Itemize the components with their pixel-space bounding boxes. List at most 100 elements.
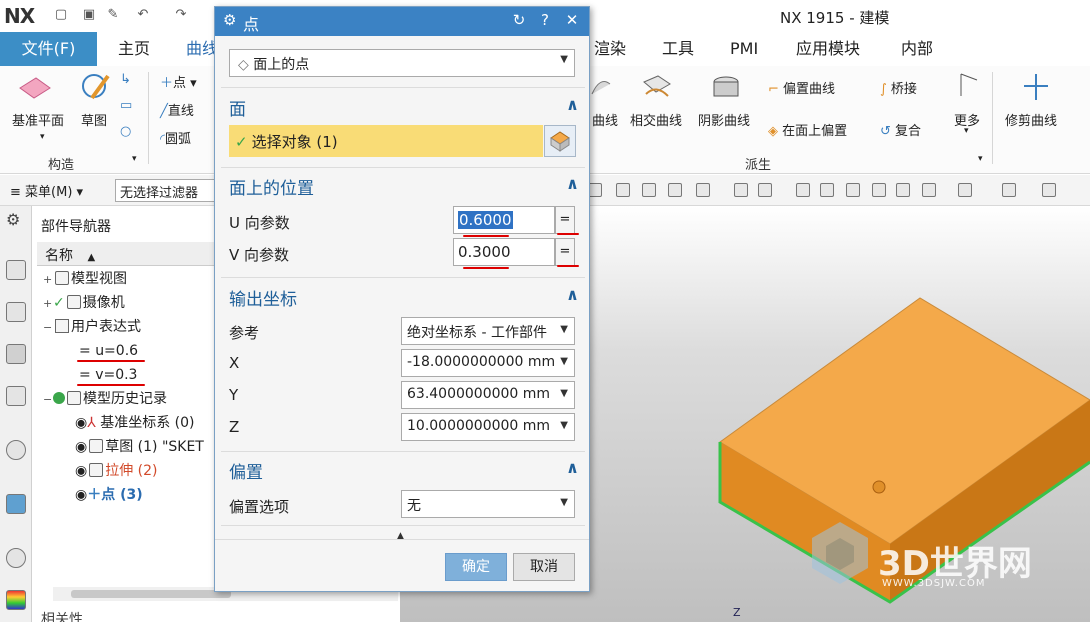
group-expand-icon[interactable]: ▾ [132, 154, 137, 164]
section-face-header[interactable]: 面 ∧ [229, 95, 581, 120]
offset-curve-button[interactable]: ⌐ 偏置曲线 [768, 78, 835, 97]
tab-home[interactable]: 主页 [106, 32, 162, 66]
type-filter-select[interactable]: 无选择过滤器 [115, 179, 215, 202]
intersect-curve-label[interactable]: 相交曲线 [630, 110, 682, 129]
toolbar-icon-15[interactable] [1002, 183, 1016, 197]
select-object-row[interactable]: ✓ 选择对象 (1) [229, 125, 543, 157]
toolbar-icon-9[interactable] [820, 183, 834, 197]
tree-row-sketch[interactable]: ◉ 草图 (1) "SKET [75, 436, 204, 458]
tab-pmi[interactable]: PMI [718, 32, 770, 66]
history-icon[interactable] [6, 548, 26, 568]
reset-icon[interactable]: ↻ [510, 11, 528, 29]
trim-curve-icon[interactable] [1022, 72, 1050, 106]
toolbar-icon-4[interactable] [668, 183, 682, 197]
tree-row-user-expressions[interactable]: − 用户表达式 [43, 316, 141, 338]
derived-expand-icon[interactable]: ▾ [978, 154, 983, 164]
tree-row-model-views[interactable]: + 模型视图 [43, 268, 127, 290]
trim-curve-label[interactable]: 修剪曲线 [1005, 110, 1057, 129]
more-icon[interactable] [955, 72, 981, 102]
chevron-down-icon[interactable]: ▾ [40, 132, 45, 142]
assembly-navigator-icon[interactable] [6, 260, 26, 280]
toolbar-icon-1[interactable] [588, 183, 602, 197]
offset-option-select[interactable]: 无 ▼ [401, 490, 575, 518]
toolbar-icon-14[interactable] [958, 183, 972, 197]
select-face-button[interactable] [544, 125, 576, 157]
toolbar-icon-7[interactable] [758, 183, 772, 197]
tree-row-model-history[interactable]: − 模型历史记录 [43, 388, 167, 410]
toolbar-icon-12[interactable] [896, 183, 910, 197]
v-formula-button[interactable]: = [555, 238, 575, 266]
section-position-header[interactable]: 面上的位置 ∧ [229, 174, 581, 199]
edit-icon[interactable]: ✎ [104, 6, 122, 24]
gear-icon[interactable]: ⚙ [223, 11, 236, 29]
point-type-select[interactable]: ◇ 面上的点 ▼ [229, 49, 575, 77]
tab-file[interactable]: 文件(F) [0, 32, 97, 66]
web-browser-icon[interactable] [6, 494, 26, 514]
part-navigator-icon[interactable] [6, 344, 26, 364]
close-icon[interactable]: ✕ [563, 11, 581, 29]
shadow-curve-label[interactable]: 阴影曲线 [698, 110, 750, 129]
composite-button[interactable]: ↺ 复合 [880, 120, 921, 139]
v-param-input[interactable]: 0.3000 [453, 238, 555, 266]
toolbar-icon-3[interactable] [642, 183, 656, 197]
reuse-library-icon[interactable] [6, 386, 26, 406]
palette-icon[interactable] [6, 590, 26, 610]
line-button[interactable]: ╱直线 [160, 100, 194, 119]
toolbar-icon-8[interactable] [796, 183, 810, 197]
more-chevron-icon[interactable]: ▾ [964, 126, 969, 136]
x-coordinate-input[interactable]: -18.0000000000 mm ▼ [401, 349, 575, 377]
u-param-input[interactable]: 0.6000 [453, 206, 555, 234]
tree-row-expression-u[interactable]: = u=0.6 [79, 340, 138, 362]
rectangle-icon[interactable]: ▭ [120, 98, 132, 113]
curve-on-face-icon[interactable] [590, 74, 612, 104]
tree-row-camera[interactable]: +✓ 摄像机 [43, 292, 125, 314]
intersect-curve-icon[interactable] [642, 74, 672, 106]
y-coordinate-input[interactable]: 63.4000000000 mm ▼ [401, 381, 575, 409]
tree-row-extrude[interactable]: ◉ 拉伸 (2) [75, 460, 158, 482]
menu-button[interactable]: ≡ 菜单(M) ▾ [10, 181, 83, 200]
help-icon[interactable]: ? [536, 11, 554, 29]
toolbar-icon-16[interactable] [1042, 183, 1056, 197]
new-file-icon[interactable]: ▢ [52, 6, 70, 24]
annotation-underline [463, 267, 509, 269]
cancel-button[interactable]: 取消 [513, 553, 575, 581]
redo-icon[interactable]: ↷ [172, 6, 190, 24]
toolbar-icon-10[interactable] [846, 183, 860, 197]
z-coordinate-input[interactable]: 10.0000000000 mm ▼ [401, 413, 575, 441]
sketch-button[interactable] [80, 70, 112, 104]
section-offset-header[interactable]: 偏置 ∧ [229, 458, 581, 483]
toolbar-icon-6[interactable] [734, 183, 748, 197]
constraint-navigator-icon[interactable] [6, 302, 26, 322]
scrollbar-thumb[interactable] [71, 590, 231, 598]
tab-tools[interactable]: 工具 [650, 32, 706, 66]
tab-render[interactable]: 渲染 [582, 32, 638, 66]
settings-icon[interactable]: ⚙ [6, 210, 26, 230]
tab-application[interactable]: 应用模块 [784, 32, 872, 66]
hd3d-icon[interactable] [6, 440, 26, 460]
toolbar-icon-11[interactable] [872, 183, 886, 197]
tree-row-point[interactable]: ◉＋点 (3) [75, 484, 143, 506]
curve-small-icon[interactable]: ↳ [120, 72, 131, 87]
section-output-header[interactable]: 输出坐标 ∧ [229, 285, 581, 310]
bridge-button[interactable]: ∫ 桥接 [880, 78, 917, 97]
toolbar-icon-13[interactable] [922, 183, 936, 197]
tree-row-datum-csys[interactable]: ◉⅄ 基准坐标系 (0) [75, 412, 195, 434]
dialog-title-bar[interactable]: ⚙ 点 ↻ ? ✕ [215, 7, 589, 36]
reference-select[interactable]: 绝对坐标系 - 工作部件 ▼ [401, 317, 575, 345]
shadow-curve-icon[interactable] [710, 74, 744, 106]
save-icon[interactable]: ▣ [80, 6, 98, 24]
point-button[interactable]: ＋点 ▾ [160, 72, 197, 91]
tab-internal[interactable]: 内部 [889, 32, 945, 66]
datum-plane-button[interactable] [14, 74, 54, 102]
ok-button[interactable]: 确定 [445, 553, 507, 581]
curve-on-face-label[interactable]: 曲线 [592, 110, 618, 129]
toolbar-icon-5[interactable] [696, 183, 710, 197]
filter-icon[interactable] [616, 183, 630, 197]
arc-button[interactable]: ◜圆弧 [160, 128, 191, 147]
undo-icon[interactable]: ↶ [134, 6, 152, 24]
dependencies-panel-header[interactable]: 相关性 [41, 609, 83, 622]
circle-icon[interactable]: ○ [120, 124, 131, 139]
u-formula-button[interactable]: = [555, 206, 575, 234]
tree-row-expression-v[interactable]: = v=0.3 [79, 364, 137, 386]
offset-on-face-button[interactable]: ◈ 在面上偏置 [768, 120, 847, 139]
